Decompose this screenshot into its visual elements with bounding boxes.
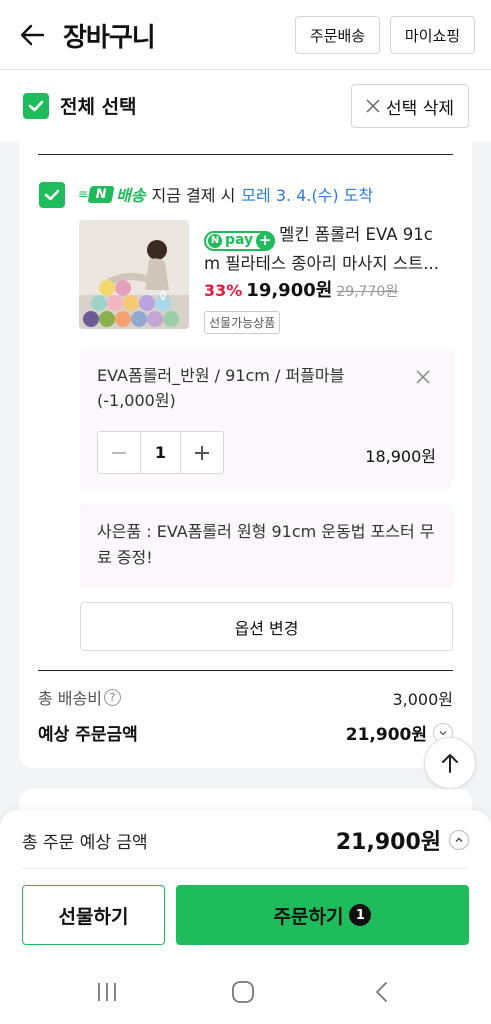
price-row: 33% 19,900원 29,770원 <box>204 276 398 302</box>
total-amount: 21,900원 <box>336 824 469 856</box>
back-arrow-icon[interactable] <box>16 18 50 52</box>
plus-icon <box>195 445 209 460</box>
gift-button[interactable]: 선물하기 <box>22 885 165 945</box>
gift-note: 사은품 : EVA폼롤러 원형 91cm 운동법 포스터 무료 증정! <box>97 522 435 567</box>
option-box: EVA폼롤러_반원 / 91cm / 퍼플마블 (-1,000원) 1 18,9… <box>80 349 453 489</box>
select-all-checkbox[interactable] <box>23 93 49 119</box>
back-icon[interactable] <box>370 980 394 1008</box>
select-all-label[interactable]: 전체 선택 <box>60 92 137 119</box>
giftable-tag: 선물가능상품 <box>204 311 281 334</box>
minus-icon <box>112 451 126 454</box>
npay-n: N <box>208 233 222 248</box>
close-icon <box>366 99 380 113</box>
npay-text: pay <box>225 232 254 248</box>
quantity-value[interactable]: 1 <box>140 432 181 473</box>
shipping-info: ≡ N 배송 지금 결제 시 모레 3. 4.(수) 도착 <box>78 182 373 206</box>
app-header: 장바구니 주문배송 마이쇼핑 <box>0 0 491 70</box>
speed-lines-icon: ≡ <box>78 187 89 201</box>
selection-bar: 전체 선택 선택 삭제 <box>0 70 491 142</box>
scroll-to-top-button[interactable] <box>424 737 476 789</box>
order-count-badge: 1 <box>349 904 372 926</box>
page-title: 장바구니 <box>63 23 156 53</box>
order-button[interactable]: 주문하기 1 <box>176 885 469 945</box>
npay-plus: + <box>256 231 275 250</box>
shipping-text: 지금 결제 시 <box>151 186 236 205</box>
npay-plus-badge: N pay + <box>204 230 276 251</box>
total-amount-value: 21,900원 <box>335 830 441 855</box>
total-label: 총 주문 예상 금액 <box>22 833 148 853</box>
check-icon <box>44 189 60 201</box>
n-delivery-badge-text: 배송 <box>116 186 146 205</box>
decrease-quantity-button[interactable] <box>98 432 140 473</box>
shipping-fee-text: 총 배송비 <box>38 689 102 708</box>
cart-item-card: ≡ N 배송 지금 결제 시 모레 3. 4.(수) 도착 N pay + 멜킨… <box>19 142 472 768</box>
quantity-stepper: 1 <box>97 431 224 474</box>
order-delivery-button[interactable]: 주문배송 <box>295 16 380 54</box>
product-thumbnail[interactable] <box>79 220 189 329</box>
estimated-total-value: 21,900원 <box>345 725 427 745</box>
delete-selected-label: 선택 삭제 <box>386 98 454 119</box>
system-nav-bar <box>0 960 491 1024</box>
arrow-up-icon <box>442 754 458 773</box>
divider <box>38 154 453 155</box>
option-price: 18,900원 <box>365 447 436 466</box>
remove-option-close-icon[interactable] <box>415 369 431 389</box>
increase-quantity-button[interactable] <box>181 432 223 473</box>
product-name[interactable]: N pay + 멜킨 폼롤러 EVA 91c m 필라테스 종아리 마사지 스트… <box>204 222 454 276</box>
product-name-line2: m 필라테스 종아리 마사지 스트... <box>204 253 439 273</box>
option-name: EVA폼롤러_반원 / 91cm / 퍼플마블 (-1,000원) <box>97 366 345 410</box>
my-shopping-button[interactable]: 마이쇼핑 <box>390 16 475 54</box>
order-button-label: 주문하기 <box>273 905 344 928</box>
original-price: 29,770원 <box>336 284 399 300</box>
estimated-total-label: 예상 주문금액 <box>38 725 138 745</box>
check-icon <box>28 100 44 112</box>
delete-selected-button[interactable]: 선택 삭제 <box>351 84 469 128</box>
product-name-line1: 멜킨 폼롤러 EVA 91c <box>279 225 433 244</box>
home-icon[interactable] <box>231 980 255 1008</box>
arrival-date: 모레 3. 4.(수) 도착 <box>241 186 374 205</box>
shipping-fee-label: 총 배송비 ? <box>38 685 121 709</box>
n-delivery-badge-letter: N <box>87 185 115 203</box>
help-icon[interactable]: ? <box>103 688 121 706</box>
chevron-up-icon[interactable] <box>449 830 469 850</box>
sale-price: 19,900원 <box>246 280 333 301</box>
shipping-fee-value: 3,000원 <box>392 690 453 709</box>
divider <box>22 868 469 869</box>
n-delivery-badge: ≡ N 배송 <box>78 182 146 206</box>
item-checkbox[interactable] <box>39 182 65 208</box>
option-change-button[interactable]: 옵션 변경 <box>80 602 453 651</box>
discount-rate: 33% <box>204 281 243 300</box>
gift-note-box: 사은품 : EVA폼롤러 원형 91cm 운동법 포스터 무료 증정! <box>80 504 453 588</box>
recent-apps-icon[interactable] <box>95 980 119 1008</box>
divider <box>38 670 453 671</box>
